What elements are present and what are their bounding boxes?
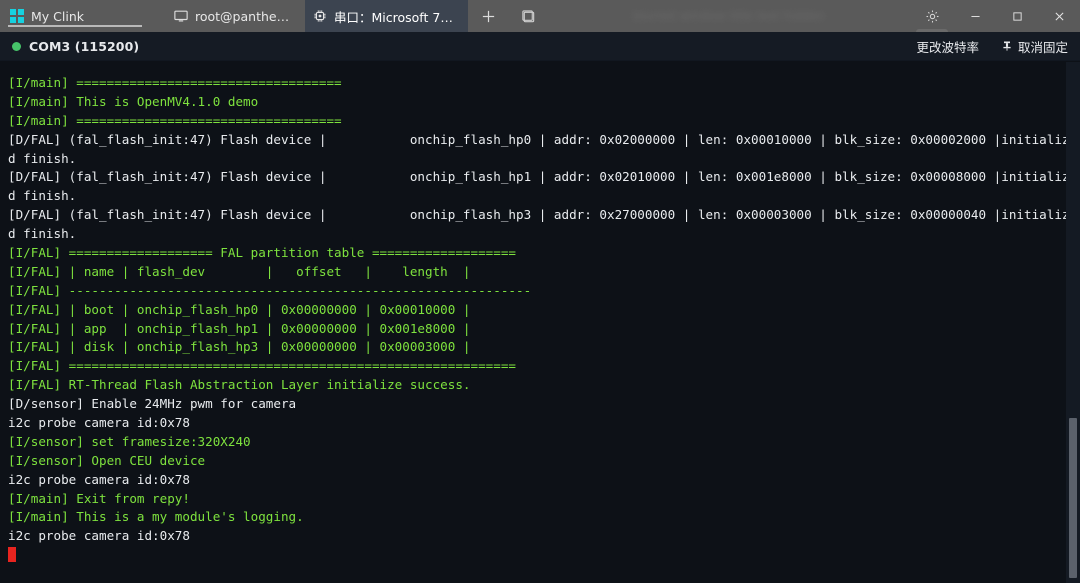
connection-label: COM3 (115200) (29, 38, 140, 54)
minimize-button[interactable] (954, 0, 996, 32)
terminal-line: [I/sensor] set framesize:320X240 (8, 433, 251, 449)
connection-status: COM3 (115200) (12, 39, 139, 54)
new-tab-button[interactable] (468, 0, 508, 32)
terminal-scrollbar-thumb[interactable] (1069, 418, 1077, 578)
toolbar-actions: 更改波特率 取消固定 (916, 37, 1068, 56)
tab-my-clink[interactable]: My Clink (0, 0, 150, 32)
terminal-line: [I/FAL] --------------------------------… (8, 282, 532, 298)
terminal-line: [I/FAL] | name | flash_dev | offset | le… (8, 263, 471, 279)
terminal-line: [D/sensor] Enable 24MHz pwm for camera (8, 396, 297, 412)
terminal-line: [D/FAL] (fal_flash_init:47) Flash device… (8, 131, 1078, 147)
monitor-icon (174, 9, 188, 23)
terminal-line: d finish. (8, 188, 77, 204)
window-controls (954, 0, 1080, 32)
terminal-line: [I/FAL] | boot | onchip_flash_hp0 | 0x00… (8, 301, 471, 317)
obscured-window-title: blurred window title text hidden (632, 9, 826, 23)
terminal-line: [I/FAL] =================== FAL partitio… (8, 245, 516, 261)
terminal-lines: [I/main] ===============================… (8, 74, 1080, 565)
terminal-line: i2c probe camera id:0x78 (8, 528, 190, 544)
maximize-button[interactable] (996, 0, 1038, 32)
terminal-line: [I/main] ===============================… (8, 112, 342, 128)
text-cursor (8, 547, 16, 563)
terminal-line: [I/main] This is OpenMV4.1.0 demo (8, 93, 259, 109)
session-toolbar: COM3 (115200) 更改波特率 取消固定 (0, 32, 1080, 61)
tab-root-panther[interactable]: root@panther-x2:~ (150, 0, 305, 32)
tab-label: 串口：Microsoft 7&1E30… (334, 9, 460, 25)
windows-logo-icon (10, 9, 24, 23)
terminal-cursor-line (8, 546, 1080, 565)
terminal-line: [D/FAL] (fal_flash_init:47) Flash device… (8, 169, 1078, 185)
status-indicator-icon (12, 41, 21, 51)
terminal-output[interactable]: [I/main] ===============================… (0, 62, 1080, 583)
terminal-line: [D/FAL] (fal_flash_init:47) Flash device… (8, 207, 1078, 223)
terminal-line: d finish. (8, 226, 77, 242)
tab-label: My Clink (31, 8, 84, 24)
tab-serial-port[interactable]: 串口：Microsoft 7&1E30… (305, 0, 468, 32)
close-button[interactable] (1038, 0, 1080, 32)
change-baud-rate-button[interactable]: 更改波特率 (916, 37, 979, 56)
terminal-line: [I/FAL] | app | onchip_flash_hp1 | 0x000… (8, 320, 471, 336)
terminal-line: [I/FAL] RT-Thread Flash Abstraction Laye… (8, 377, 471, 393)
split-pane-icon[interactable] (508, 0, 548, 32)
tabbar-actions: blurred window title text hidden (468, 0, 1080, 32)
unpin-button[interactable]: 取消固定 (1001, 37, 1068, 56)
terminal-line: [I/sensor] Open CEU device (8, 452, 206, 468)
terminal-line: d finish. (8, 150, 77, 166)
pin-icon (1001, 40, 1013, 52)
chip-icon (313, 9, 327, 23)
terminal-line: [I/main] This is a my module's logging. (8, 509, 304, 525)
terminal-line: [I/FAL] | disk | onchip_flash_hp3 | 0x00… (8, 339, 471, 355)
settings-gear-icon[interactable] (910, 0, 954, 32)
terminal-line: i2c probe camera id:0x78 (8, 415, 190, 431)
terminal-line: [I/main] Exit from repy! (8, 490, 190, 506)
terminal-scrollbar-track[interactable] (1066, 62, 1080, 583)
titlebar: My Clink root@panther-x2:~ 串口：Microsoft … (0, 0, 1080, 32)
terminal-line: [I/FAL] ================================… (8, 358, 516, 374)
tab-label: root@panther-x2:~ (195, 8, 291, 24)
terminal-line: i2c probe camera id:0x78 (8, 471, 190, 487)
terminal-line: [I/main] ===============================… (8, 75, 342, 90)
unpin-label: 取消固定 (1017, 39, 1068, 55)
change-baud-rate-label: 更改波特率 (916, 39, 979, 55)
